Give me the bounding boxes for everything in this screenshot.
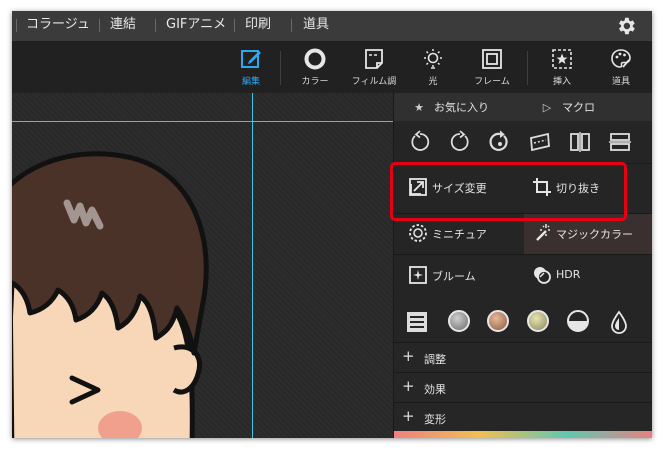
top-menu-bar: コラージュ 連結 GIFアニメ 印刷 道具 <box>12 11 652 41</box>
preset-warm-icon[interactable] <box>487 310 509 332</box>
edit-icon <box>241 50 261 68</box>
hdr-button[interactable]: HDR <box>524 256 644 296</box>
miniature-icon <box>409 224 427 242</box>
menu-tools[interactable]: 道具 <box>303 17 329 33</box>
magic-wand-icon <box>536 224 550 241</box>
hdr-icon <box>534 267 551 284</box>
cartoon-boy-illustration <box>12 151 209 438</box>
skew-icon[interactable] <box>528 130 552 154</box>
tool-label: フィルム調 <box>351 77 397 87</box>
thumbnail-strip <box>394 431 652 438</box>
tool-label: 編集 <box>241 77 260 87</box>
tool-label: 道具 <box>611 77 630 87</box>
insert-star-icon <box>552 49 572 69</box>
panel-divider <box>394 254 652 255</box>
list-icon[interactable] <box>406 311 428 333</box>
palette-icon <box>611 49 631 68</box>
menu-divider <box>234 19 235 32</box>
tool-label: 光 <box>428 77 438 87</box>
tool-frame[interactable]: フレーム <box>464 41 520 93</box>
expand-plus-icon: + <box>402 377 415 395</box>
tool-insert[interactable]: 挿入 <box>534 41 590 93</box>
menu-divider <box>99 19 100 32</box>
tool-light[interactable]: 光 <box>405 41 461 93</box>
tab-macro-label: マクロ <box>562 101 595 114</box>
rotate-left-icon[interactable] <box>408 130 432 154</box>
color-circle-icon <box>304 48 326 70</box>
expand-plus-icon: + <box>402 407 415 425</box>
tool-label: フレーム <box>474 77 510 87</box>
highlight-annotation-box <box>390 162 627 221</box>
guide-line-horizontal <box>12 121 393 122</box>
menu-divider <box>16 19 17 32</box>
accordion-transform[interactable]: + 変形 <box>394 403 652 433</box>
play-icon: ▷ <box>542 101 552 114</box>
tool-label: カラー <box>301 77 329 87</box>
drop-icon[interactable] <box>610 310 628 334</box>
edit-panel: ★ お気に入り ▷ マクロ サイズ変更 切り抜き ミニチュア マジックカラー ブ… <box>393 93 652 438</box>
rotate-free-icon[interactable] <box>488 130 512 154</box>
miniature-label: ミニチュア <box>432 228 487 241</box>
accordion-effects-label: 効果 <box>424 383 446 396</box>
bloom-button[interactable]: ブルーム <box>400 256 518 296</box>
rotate-right-icon[interactable] <box>448 130 472 154</box>
hdr-label: HDR <box>556 268 581 281</box>
image-canvas[interactable] <box>12 93 393 438</box>
gear-icon[interactable] <box>615 15 637 37</box>
accordion-adjust[interactable]: + 調整 <box>394 343 652 373</box>
accordion-effects[interactable]: + 効果 <box>394 373 652 403</box>
preset-half-icon[interactable] <box>567 310 589 332</box>
tool-label: 挿入 <box>552 77 571 87</box>
menu-divider <box>155 19 156 32</box>
panel-tabs: ★ お気に入り ▷ マクロ <box>394 93 652 121</box>
flip-horizontal-icon[interactable] <box>568 130 592 154</box>
rotate-flip-row <box>394 121 652 164</box>
magic-color-label: マジックカラー <box>556 228 633 241</box>
tool-color[interactable]: カラー <box>287 41 343 93</box>
bloom-icon <box>409 266 427 284</box>
star-icon: ★ <box>414 101 424 114</box>
preset-gray-icon[interactable] <box>448 310 470 332</box>
tool-bar: 編集 カラー フィルム調 光 フレーム 挿入 道具 <box>12 41 652 93</box>
tool-edit[interactable]: 編集 <box>223 41 279 93</box>
menu-divider <box>291 19 292 32</box>
accordion-transform-label: 変形 <box>424 413 446 426</box>
tab-macro[interactable]: ▷ マクロ <box>540 99 595 115</box>
tool-tools[interactable]: 道具 <box>593 41 649 93</box>
app-window: コラージュ 連結 GIFアニメ 印刷 道具 編集 カラー フィルム調 光 フレー… <box>12 11 652 438</box>
film-icon <box>365 49 383 69</box>
preset-light-icon[interactable] <box>527 310 549 332</box>
tab-favorites[interactable]: ★ お気に入り <box>412 99 489 115</box>
menu-collage[interactable]: コラージュ <box>26 17 90 33</box>
light-bulb-icon <box>424 49 442 69</box>
accordion-adjust-label: 調整 <box>424 353 446 366</box>
expand-plus-icon: + <box>402 347 415 365</box>
bloom-label: ブルーム <box>432 270 476 283</box>
preset-icon-row <box>394 298 652 343</box>
menu-print[interactable]: 印刷 <box>245 17 271 33</box>
frame-icon <box>482 49 502 69</box>
tool-film[interactable]: フィルム調 <box>346 41 402 93</box>
menu-join[interactable]: 連結 <box>110 17 136 33</box>
menu-gif-animation[interactable]: GIFアニメ <box>166 17 226 33</box>
tab-favorites-label: お気に入り <box>434 101 489 114</box>
flip-vertical-icon[interactable] <box>608 130 632 154</box>
